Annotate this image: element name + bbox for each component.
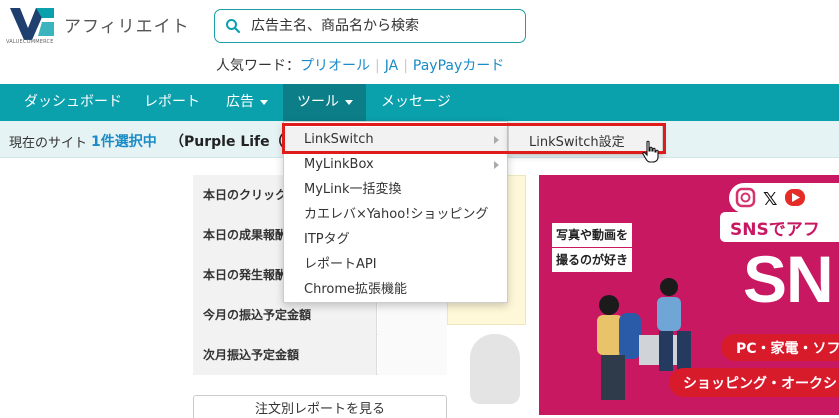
nav-ads[interactable]: 広告 (216, 84, 278, 121)
nav-report[interactable]: レポート (134, 84, 210, 121)
banner-pill: PC・家電・ソフ (721, 334, 839, 361)
separator: | (403, 58, 408, 74)
popular-word-link[interactable]: PayPayカード (413, 58, 504, 74)
menu-item-mylink-bulk[interactable]: MyLink一括変換 (284, 177, 507, 202)
chevron-down-icon (260, 99, 268, 105)
banner-caption: 撮るのが好き (552, 248, 633, 272)
nav-tools[interactable]: ツール (283, 84, 366, 121)
main-nav: ダッシュボード レポート 広告 ツール メッセージ (0, 84, 839, 121)
banner-caption: 写真や動画を (552, 223, 633, 247)
table-row: 次月振込予定金額 (193, 335, 447, 375)
stat-label: 次月振込予定金額 (193, 335, 377, 375)
site-selection-count[interactable]: 1件選択中 (91, 131, 157, 151)
search-input[interactable]: 広告主名、商品名から検索 (251, 10, 521, 42)
logo-subtext: VALUECOMMERCE (6, 39, 54, 45)
chevron-down-icon (345, 99, 353, 105)
chevron-right-icon (494, 161, 499, 169)
menu-item-mylinkbox[interactable]: MyLinkBox (284, 152, 507, 177)
highlight-annotation (282, 123, 666, 154)
search-box[interactable]: 広告主名、商品名から検索 (214, 9, 526, 43)
x-icon: 𝕏 (763, 189, 778, 210)
site-name: （Purple Life（ID (170, 134, 301, 150)
order-report-button[interactable]: 注文別レポートを見る (193, 395, 447, 418)
menu-item-kaereba[interactable]: カエレバ×Yahoo!ショッピング (284, 202, 507, 227)
instagram-icon (735, 187, 756, 208)
ad-banner[interactable]: 𝕏 SNSでアフ SN 写真や動画を 撮るのが好き PC・家電・ソフ ショッピン… (539, 175, 839, 415)
popular-label: 人気ワード： (216, 58, 300, 74)
banner-headline: SNSでアフ (720, 212, 839, 242)
valuecommerce-logo[interactable] (6, 6, 58, 52)
separator: | (375, 58, 380, 74)
social-icons: 𝕏 (729, 183, 839, 213)
current-site-label: 現在のサイト (9, 136, 88, 151)
banner-pill: ショッピング・オークシ (669, 368, 839, 397)
search-icon (226, 19, 241, 34)
nav-messages[interactable]: メッセージ (371, 84, 461, 121)
hand-cursor-icon (642, 140, 659, 163)
banner-big-text: SN (743, 242, 834, 316)
mascot-image (470, 334, 520, 404)
popular-word-link[interactable]: プリオール (300, 58, 370, 74)
menu-item-chrome-extension[interactable]: Chrome拡張機能 (284, 277, 507, 302)
popular-word-link[interactable]: JA (385, 58, 398, 74)
nav-dashboard[interactable]: ダッシュボード (14, 84, 132, 121)
menu-item-itp-tag[interactable]: ITPタグ (284, 227, 507, 252)
stat-value (378, 335, 447, 375)
popular-words: 人気ワード：プリオール | JA | PayPayカード (216, 55, 504, 75)
menu-item-report-api[interactable]: レポートAPI (284, 252, 507, 277)
logo-title: アフィリエイト (64, 17, 190, 37)
